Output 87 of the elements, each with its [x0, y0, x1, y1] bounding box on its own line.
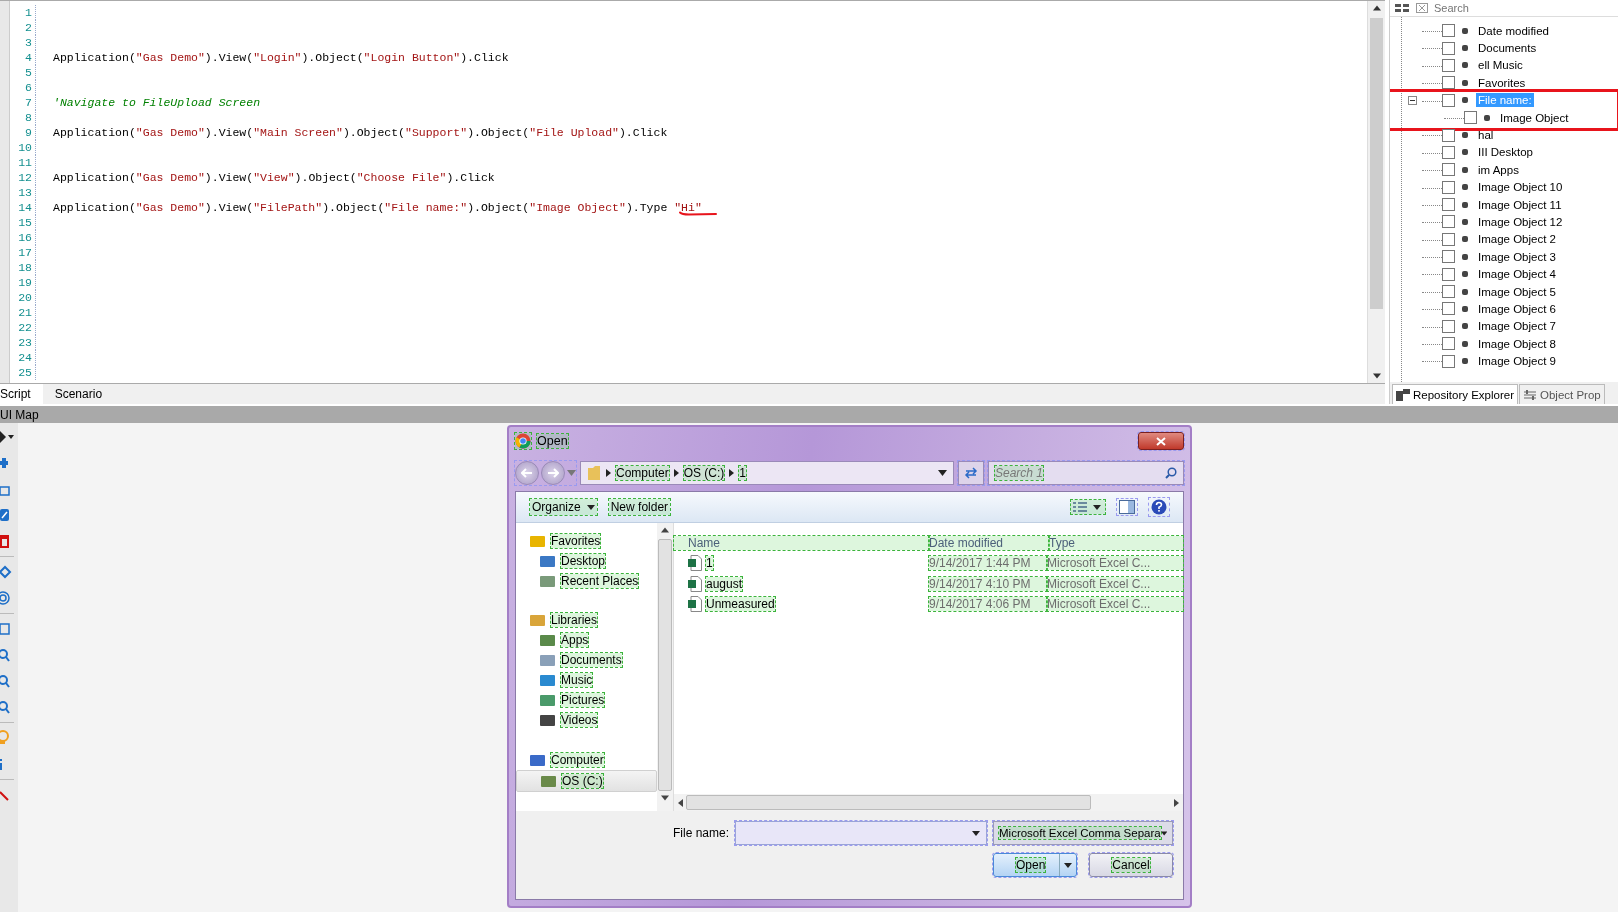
- file-name[interactable]: Unmeasured: [706, 597, 775, 612]
- tree-item[interactable]: im Apps: [1476, 162, 1521, 177]
- tree-item[interactable]: Image Object: [1498, 110, 1571, 125]
- line-number: 5: [10, 65, 36, 80]
- line-number: 24: [10, 350, 36, 365]
- tree-item[interactable]: Image Object 8: [1476, 336, 1558, 351]
- tree-item[interactable]: Image Object 5: [1476, 284, 1558, 299]
- panel-tab[interactable]: Object Prop: [1519, 384, 1605, 404]
- nav-item[interactable]: Recent Places: [516, 570, 657, 591]
- new-folder-button[interactable]: New folder: [608, 499, 671, 515]
- column-header[interactable]: Name: [674, 536, 929, 550]
- line-number: 23: [10, 335, 36, 350]
- nav-item[interactable]: Favorites: [516, 531, 657, 551]
- line-number: 9: [10, 125, 36, 140]
- code-line: Application("Gas Demo").View("Login").Object("Login Button").Click: [53, 51, 509, 64]
- nav-item[interactable]: Documents: [516, 650, 657, 671]
- line-number: 4: [10, 50, 36, 65]
- nav-item[interactable]: OS (C:): [516, 769, 657, 792]
- tree-item[interactable]: Image Object 10: [1476, 180, 1565, 195]
- line-number: 16: [10, 230, 36, 245]
- line-number: 18: [10, 260, 36, 275]
- breadcrumb-item[interactable]: OS (C:): [683, 466, 725, 480]
- line-number: 6: [10, 80, 36, 95]
- tree-item[interactable]: Image Object 4: [1476, 267, 1558, 282]
- type-cell: Microsoft Excel C...: [1047, 576, 1183, 591]
- tree-item[interactable]: Date modified: [1476, 23, 1551, 38]
- code-line: Application("Gas Demo").View("Main Screen").Object("Support").Object("File Upload").Click: [53, 126, 668, 139]
- tree-item[interactable]: Image Object 7: [1476, 319, 1558, 334]
- tree-item[interactable]: hal: [1476, 128, 1496, 143]
- file-type-dropdown[interactable]: Microsoft Excel Comma Separa: [993, 821, 1173, 845]
- code-line: 'Navigate to FileUpload Screen: [53, 96, 261, 109]
- tree-item[interactable]: ell Music: [1476, 58, 1525, 73]
- panel-tab[interactable]: Repository Explorer: [1392, 384, 1518, 404]
- line-number: 15: [10, 215, 36, 230]
- file-name[interactable]: august: [706, 576, 743, 591]
- date-cell: 9/14/2017 4:06 PM: [929, 597, 1047, 612]
- nav-item[interactable]: Libraries: [516, 610, 657, 631]
- line-number: 17: [10, 245, 36, 260]
- nav-item[interactable]: Videos: [516, 710, 657, 731]
- nav-item[interactable]: Apps: [516, 630, 657, 651]
- address-bar[interactable]: Computer OS (C:) 1: [580, 461, 954, 485]
- date-cell: 9/14/2017 4:10 PM: [929, 576, 1047, 591]
- date-cell: 9/14/2017 1:44 PM: [929, 556, 1047, 571]
- code-line: Application("Gas Demo").View("View").Object("Choose File").Click: [53, 171, 495, 184]
- file-name[interactable]: 1: [706, 556, 713, 571]
- column-header[interactable]: Date modified: [929, 536, 1049, 550]
- line-number: 19: [10, 275, 36, 290]
- tree-item[interactable]: Image Object 9: [1476, 354, 1558, 369]
- line-number: 14: [10, 200, 36, 215]
- type-cell: Microsoft Excel C...: [1047, 556, 1183, 571]
- field-label: File name:: [672, 826, 729, 840]
- type-cell: Microsoft Excel C...: [1047, 597, 1183, 612]
- line-number: 10: [10, 140, 36, 155]
- line-number: 2: [10, 20, 36, 35]
- line-number: 3: [10, 35, 36, 50]
- panel-title: UI Map: [0, 407, 39, 422]
- nav-item[interactable]: Desktop: [516, 550, 657, 571]
- window-title: Open: [537, 434, 568, 448]
- line-number: 22: [10, 320, 36, 335]
- tree-item[interactable]: III Desktop: [1476, 145, 1535, 160]
- breadcrumb-item[interactable]: 1: [739, 466, 747, 480]
- line-number: 21: [10, 305, 36, 320]
- tree-item[interactable]: Image Object 3: [1476, 249, 1558, 264]
- column-header[interactable]: Type: [1049, 536, 1183, 550]
- tree-item[interactable]: Image Object 6: [1476, 301, 1558, 316]
- cancel-button[interactable]: Cancel: [1089, 853, 1173, 877]
- line-number: 12: [10, 170, 36, 185]
- editor-tab[interactable]: Script: [0, 384, 43, 404]
- tree-item[interactable]: Image Object 12: [1476, 215, 1565, 229]
- nav-item[interactable]: Music: [516, 670, 657, 691]
- organize-button[interactable]: Organize: [530, 499, 597, 515]
- line-number: 20: [10, 290, 36, 305]
- nav-item[interactable]: Computer: [516, 749, 657, 770]
- line-number: 13: [10, 185, 36, 200]
- line-number: 25: [10, 365, 36, 380]
- tree-item[interactable]: Favorites: [1476, 75, 1528, 90]
- line-number: 8: [10, 110, 36, 125]
- open-button[interactable]: Open: [993, 853, 1077, 877]
- tree-item[interactable]: Image Object 11: [1476, 197, 1564, 212]
- line-number: 1: [10, 5, 36, 20]
- line-number: 11: [10, 155, 36, 170]
- tree-item[interactable]: Documents: [1476, 41, 1539, 56]
- line-number: 7: [10, 95, 36, 110]
- code-line: Application("Gas Demo").View("FilePath").Object("File name:").Object("Image Object").Type "Hi": [53, 201, 702, 214]
- nav-item[interactable]: Pictures: [516, 690, 657, 711]
- breadcrumb-item[interactable]: Computer: [616, 466, 669, 480]
- tree-item[interactable]: Image Object 2: [1476, 232, 1558, 247]
